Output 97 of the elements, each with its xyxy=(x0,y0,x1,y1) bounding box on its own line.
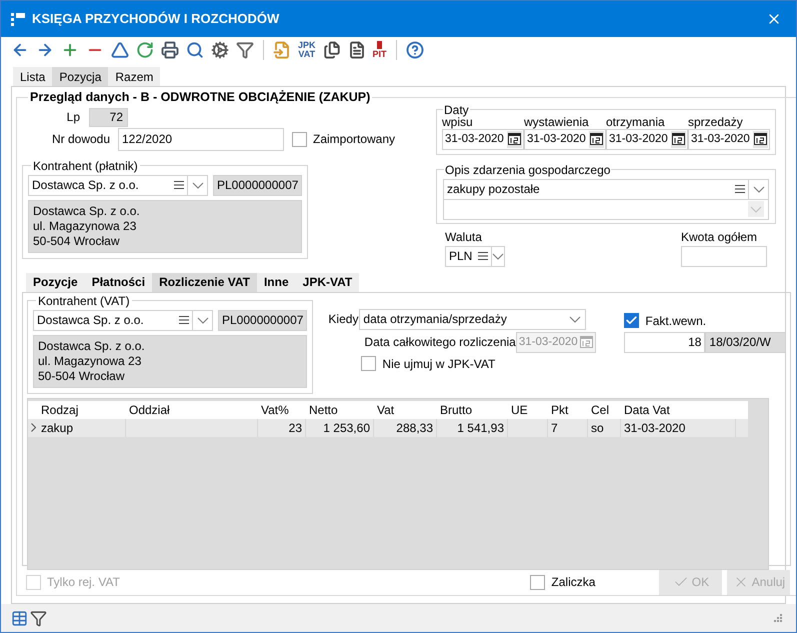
section-title: Przegląd danych - B - ODWROTNE OBCIĄŻENIE (ZAKUP) xyxy=(29,89,372,106)
table-cell: 7 xyxy=(548,418,588,437)
field-label: Nr dowodu xyxy=(50,131,110,148)
column-header[interactable]: Netto xyxy=(306,400,374,419)
checkbox-label: Fakt.wewn. xyxy=(645,312,706,330)
tab[interactable]: Inne xyxy=(256,272,296,292)
tab[interactable]: Pozycja xyxy=(52,67,108,86)
table-cell: 1 541,93 xyxy=(437,418,508,437)
jpk-vat-button[interactable]: JPK VAT xyxy=(296,41,318,59)
table-row[interactable]: zakup 23 1 253,60 288,33 1 541,93 7 so 31-03-2020 xyxy=(28,418,748,437)
table-cell: 288,33 xyxy=(374,418,437,437)
list-icon xyxy=(735,184,745,194)
grid-view-button[interactable] xyxy=(11,610,28,626)
column-header[interactable]: Pkt xyxy=(548,400,588,419)
calendar-icon xyxy=(754,133,767,146)
field-label: wystawienia xyxy=(524,116,590,129)
checkbox[interactable] xyxy=(361,356,376,372)
tab[interactable]: Płatności xyxy=(84,272,152,292)
tab[interactable]: Pozycje xyxy=(26,272,85,292)
combo-box[interactable]: Dostawca Sp. z o.o. xyxy=(28,174,208,196)
column-header[interactable]: Oddział xyxy=(126,400,258,419)
group-title: Opis zdarzenia gospodarczego xyxy=(444,162,612,179)
checkbox-label: Zaimportowany xyxy=(313,131,396,148)
group-title: Kontrahent (VAT) xyxy=(37,292,131,310)
row-pointer-icon xyxy=(30,423,36,432)
checkbox-label: Zaliczka xyxy=(551,574,596,592)
help-icon[interactable] xyxy=(404,39,426,61)
input-field[interactable]: 122/2020 xyxy=(118,128,284,151)
calendar-icon xyxy=(508,133,521,146)
chevron-down-icon xyxy=(492,252,504,260)
checkbox[interactable] xyxy=(530,574,546,590)
column-header[interactable]: Cel xyxy=(588,400,621,419)
calendar-icon xyxy=(672,133,685,146)
calendar-icon xyxy=(580,336,593,348)
address-field: Dostawca Sp. z o.o. ul. Magazynowa 23 50-504 Wrocław xyxy=(33,334,308,388)
column-header[interactable]: Brutto xyxy=(437,400,508,419)
input-field[interactable] xyxy=(681,246,767,267)
field-label: Data całkowitego rozliczenia xyxy=(364,334,516,352)
window-title: KSIĘGA PRZYCHODÓW I ROZCHODÓW xyxy=(32,10,280,28)
date-field[interactable]: 31-03-2020 xyxy=(606,128,688,150)
field-label: Kiedy xyxy=(328,311,360,328)
date-field[interactable]: 31-03-2020 xyxy=(442,128,524,150)
chevron-down-icon xyxy=(192,182,204,189)
field-label: otrzymania xyxy=(606,116,666,129)
group-title: Kontrahent (płatnik) xyxy=(32,158,139,175)
field-label: Waluta xyxy=(445,228,483,246)
alert-mark-icon xyxy=(377,41,382,49)
calendar-icon xyxy=(590,133,603,146)
date-field[interactable]: 31-03-2020 xyxy=(524,128,606,150)
combo-box[interactable]: zakupy pozostałe xyxy=(443,178,769,200)
table-cell: 1 253,60 xyxy=(306,418,374,437)
combo-box[interactable]: data otrzymania/sprzedaży xyxy=(359,308,586,330)
list-icon xyxy=(174,180,184,190)
column-header[interactable]: Rodzaj xyxy=(38,400,126,419)
chevron-down-icon xyxy=(196,316,208,324)
input-field[interactable] xyxy=(443,200,769,220)
column-header[interactable]: UE xyxy=(508,400,548,419)
table-cell: 23 xyxy=(258,418,306,437)
table-cell: 31-03-2020 xyxy=(621,418,736,437)
chevron-down-icon xyxy=(569,316,582,323)
field-label: Kwota ogółem xyxy=(681,228,758,246)
document-number-field: 18/03/20/W xyxy=(705,332,786,353)
window-icon xyxy=(11,12,25,26)
tab[interactable]: JPK-VAT xyxy=(296,272,360,292)
number-field[interactable]: 18 xyxy=(624,332,706,353)
chevron-down-icon xyxy=(750,206,762,213)
print-icon[interactable] xyxy=(159,39,181,61)
column-header[interactable]: Vat xyxy=(374,400,437,419)
table-cell: zakup xyxy=(38,418,126,437)
filter-settings-button[interactable] xyxy=(30,610,47,626)
table-cell: so xyxy=(588,418,621,437)
checkbox[interactable] xyxy=(624,313,640,328)
date-field[interactable]: 31-03-2020 xyxy=(688,128,770,150)
tax-id-field: PL0000000007 xyxy=(213,174,302,196)
list-icon xyxy=(179,315,189,326)
field-label: sprzedaży xyxy=(688,116,744,129)
column-header[interactable]: Data Vat xyxy=(621,400,736,419)
pit-button[interactable]: PIT xyxy=(370,41,389,59)
field-label: Lp xyxy=(66,109,80,126)
column-header[interactable]: Vat% xyxy=(258,400,306,419)
chevron-down-icon xyxy=(752,186,764,193)
combo-box[interactable]: Dostawca Sp. z o.o. xyxy=(33,310,213,331)
settings-icon[interactable] xyxy=(209,39,231,61)
checkbox-label: Tylko rej. VAT xyxy=(47,574,120,592)
address-field: Dostawca Sp. z o.o. ul. Magazynowa 23 50-504 Wrocław xyxy=(28,200,302,253)
group-title: Daty xyxy=(443,102,470,117)
checkbox[interactable] xyxy=(292,132,307,147)
number-field: 72 xyxy=(89,108,128,127)
checkbox-label: Nie ujmuj w JPK-VAT xyxy=(382,356,496,373)
currency-combo[interactable]: PLN xyxy=(445,246,505,267)
tax-id-field: PL0000000007 xyxy=(218,310,308,331)
tab[interactable]: Razem xyxy=(108,67,160,86)
resize-grip-icon xyxy=(774,614,782,622)
list-icon xyxy=(478,251,488,262)
tab[interactable]: Lista xyxy=(13,67,52,86)
tab[interactable]: Rozliczenie VAT xyxy=(152,272,257,292)
field-label: wpisu xyxy=(442,116,474,129)
